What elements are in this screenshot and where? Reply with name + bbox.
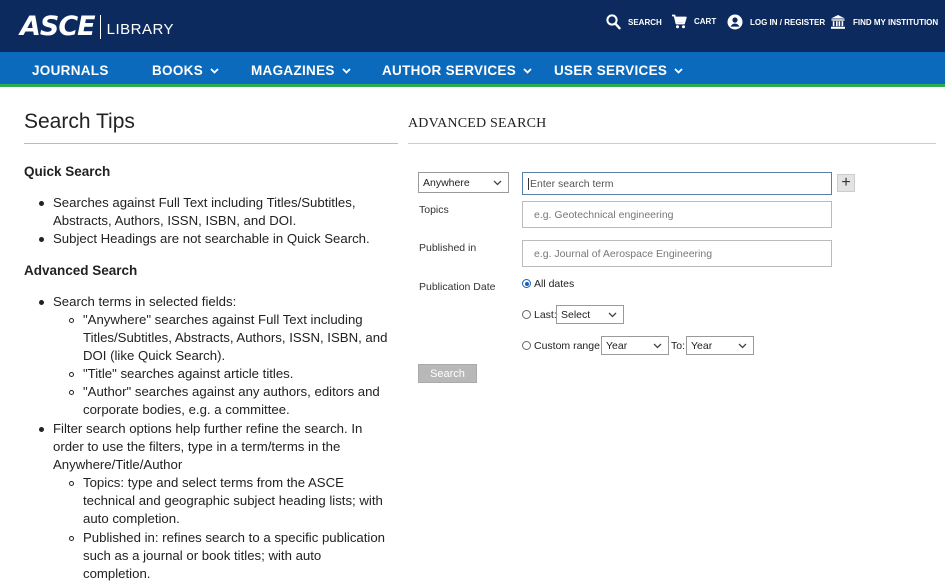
nav-books[interactable]: BOOKS [152, 63, 219, 78]
bullet [39, 201, 44, 206]
search-icon [606, 14, 621, 30]
top-header: ASCE LIBRARY SEARCH CART LOG IN / REGIST… [0, 0, 945, 52]
asce-library-logo[interactable]: ASCE LIBRARY [20, 11, 174, 42]
search-term-input[interactable]: Enter search term [522, 172, 832, 195]
tip-line: "Title" searches against article titles. [83, 366, 294, 381]
header-institution-label: FIND MY INSTITUTION [853, 17, 939, 27]
chevron-down-icon [653, 343, 662, 348]
nav-author-services-label: AUTHOR SERVICES [382, 63, 517, 78]
custom-range-label: Custom range: [534, 340, 603, 352]
institution-icon [831, 15, 845, 29]
tip-line: Subject Headings are not searchable in Q… [53, 231, 370, 246]
logo-divider [99, 14, 101, 39]
header-cart-link[interactable]: CART [671, 14, 716, 29]
chevron-down-icon [342, 67, 351, 74]
search-term-placeholder: Enter search term [530, 177, 614, 190]
publication-date-label: Publication Date [419, 281, 496, 293]
nav-journals[interactable]: JOURNALS [32, 63, 109, 78]
tip-line: "Anywhere" searches against Full Text in… [83, 312, 363, 327]
header-login-label: LOG IN / REGISTER [750, 17, 826, 27]
last-label: Last: [534, 309, 557, 321]
tip-line: Abstracts, Authors, ISSN, ISBN, and DOI. [53, 213, 297, 228]
tip-line: corporate bodies, e.g. a committee. [83, 402, 290, 417]
nav-user-services-label: USER SERVICES [554, 63, 668, 78]
advanced-search-divider [408, 143, 936, 144]
main-nav: JOURNALS BOOKS MAGAZINES AUTHOR SERVICES… [0, 52, 945, 87]
published-in-label: Published in [419, 242, 477, 254]
to-label: To: [671, 340, 686, 352]
tip-line: Searches against Full Text including Tit… [53, 195, 356, 210]
nav-magazines[interactable]: MAGAZINES [251, 63, 351, 78]
search-field-select[interactable]: Anywhere [418, 172, 509, 193]
bullet [39, 237, 44, 242]
text-cursor [528, 177, 529, 190]
from-year-value: Year [606, 339, 628, 352]
header-login-link[interactable]: LOG IN / REGISTER [727, 14, 825, 30]
bullet [39, 300, 44, 305]
tip-line: Search terms in selected fields: [53, 294, 237, 309]
nav-user-services[interactable]: USER SERVICES [554, 63, 683, 78]
header-institution-link[interactable]: FIND MY INSTITUTION [830, 14, 938, 30]
tip-line: "Author" searches against any authors, e… [83, 384, 380, 399]
add-field-button[interactable]: + [837, 174, 855, 192]
chevron-down-icon [674, 67, 683, 74]
tip-line: Topics: type and select terms from the A… [83, 475, 344, 490]
chevron-down-icon [493, 180, 502, 185]
header-search-label: SEARCH [628, 17, 662, 27]
logo-asce: ASCE [20, 11, 96, 42]
topics-placeholder: e.g. Geotechnical engineering [534, 208, 674, 221]
search-tips-divider [24, 143, 398, 144]
header-cart-label: CART [694, 17, 717, 26]
published-in-input[interactable]: e.g. Journal of Aerospace Engineering [522, 240, 832, 267]
last-period-value: Select [561, 308, 591, 321]
cart-icon [672, 14, 687, 29]
chevron-down-icon [210, 67, 219, 74]
nav-books-label: BOOKS [152, 63, 204, 78]
tip-line: completion. [83, 566, 151, 581]
tip-line: Published in: refines search to a specif… [83, 530, 386, 545]
last-radio[interactable] [522, 310, 531, 319]
all-dates-radio[interactable] [522, 279, 531, 288]
tip-line: technical and geographic subject heading… [83, 493, 383, 508]
sub-bullet [69, 318, 74, 323]
tip-line: such as a journal or book titles; with a… [83, 548, 322, 563]
search-tips-title: Search Tips [24, 110, 135, 133]
nav-author-services[interactable]: AUTHOR SERVICES [382, 63, 532, 78]
sub-bullet [69, 481, 74, 486]
topics-input[interactable]: e.g. Geotechnical engineering [522, 201, 832, 228]
to-year-value: Year [691, 339, 713, 352]
quick-search-heading: Quick Search [24, 164, 111, 179]
advanced-search-title: ADVANCED SEARCH [408, 116, 547, 131]
header-search-link[interactable]: SEARCH [606, 14, 662, 30]
tip-line: Anywhere/Title/Author [53, 457, 183, 472]
sub-bullet [69, 536, 74, 541]
chevron-down-icon [608, 312, 617, 317]
to-year-select[interactable]: Year [686, 336, 754, 355]
sub-bullet [69, 390, 74, 395]
tip-line: Filter search options help further refin… [53, 421, 363, 436]
tip-line: auto completion. [83, 511, 180, 526]
sub-bullet [69, 372, 74, 377]
published-in-placeholder: e.g. Journal of Aerospace Engineering [534, 247, 713, 260]
nav-magazines-label: MAGAZINES [251, 63, 335, 78]
nav-journals-label: JOURNALS [32, 63, 109, 78]
advanced-search-heading: Advanced Search [24, 263, 138, 278]
search-button[interactable]: Search [418, 364, 477, 383]
logo-library: LIBRARY [106, 21, 175, 38]
chevron-down-icon [523, 67, 532, 74]
all-dates-label: All dates [534, 278, 575, 290]
last-period-select[interactable]: Select [556, 305, 624, 324]
tip-line: Titles/Subtitles, Abstracts, Authors, IS… [83, 330, 388, 345]
bullet [39, 427, 44, 432]
topics-label: Topics [419, 204, 449, 216]
tip-line: order to use the filters, type in a term… [53, 439, 341, 454]
search-field-select-value: Anywhere [423, 176, 470, 189]
user-icon [727, 14, 743, 30]
chevron-down-icon [738, 343, 747, 348]
tip-line: DOI (like Quick Search). [83, 348, 226, 363]
custom-range-radio[interactable] [522, 341, 531, 350]
from-year-select[interactable]: Year [601, 336, 669, 355]
